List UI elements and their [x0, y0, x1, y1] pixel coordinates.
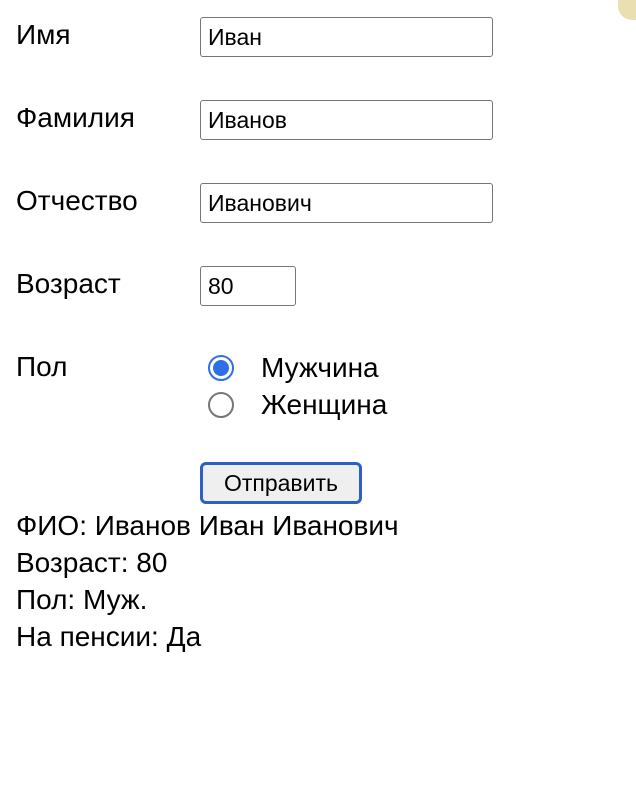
last-name-label: Фамилия	[16, 102, 135, 133]
result-gender: Пол: Муж.	[16, 584, 148, 615]
last-name-input[interactable]	[200, 100, 493, 140]
result-output: ФИО: Иванов Иван Иванович Возраст: 80 По…	[16, 507, 399, 655]
submit-button[interactable]: Отправить	[200, 462, 362, 504]
result-age: Возраст: 80	[16, 547, 168, 578]
gender-label: Пол	[16, 351, 68, 382]
gender-option-male-label: Мужчина	[261, 352, 379, 383]
gender-option-female-label: Женщина	[261, 389, 388, 420]
result-pension: На пенсии: Да	[16, 621, 202, 652]
first-name-input[interactable]	[200, 17, 493, 57]
age-input[interactable]	[200, 266, 296, 306]
gender-option-female[interactable]: Женщина	[208, 389, 387, 421]
window-corner	[618, 0, 636, 20]
gender-option-male[interactable]: Мужчина	[208, 352, 379, 384]
age-label: Возраст	[16, 268, 121, 299]
first-name-label: Имя	[16, 19, 71, 50]
radio-female[interactable]	[208, 392, 234, 418]
result-fio: ФИО: Иванов Иван Иванович	[16, 510, 399, 541]
radio-male[interactable]	[208, 355, 234, 381]
form-page: Имя Фамилия Отчество Возраст Пол Мужчина…	[0, 0, 636, 790]
patronymic-label: Отчество	[16, 185, 138, 216]
patronymic-input[interactable]	[200, 183, 493, 223]
